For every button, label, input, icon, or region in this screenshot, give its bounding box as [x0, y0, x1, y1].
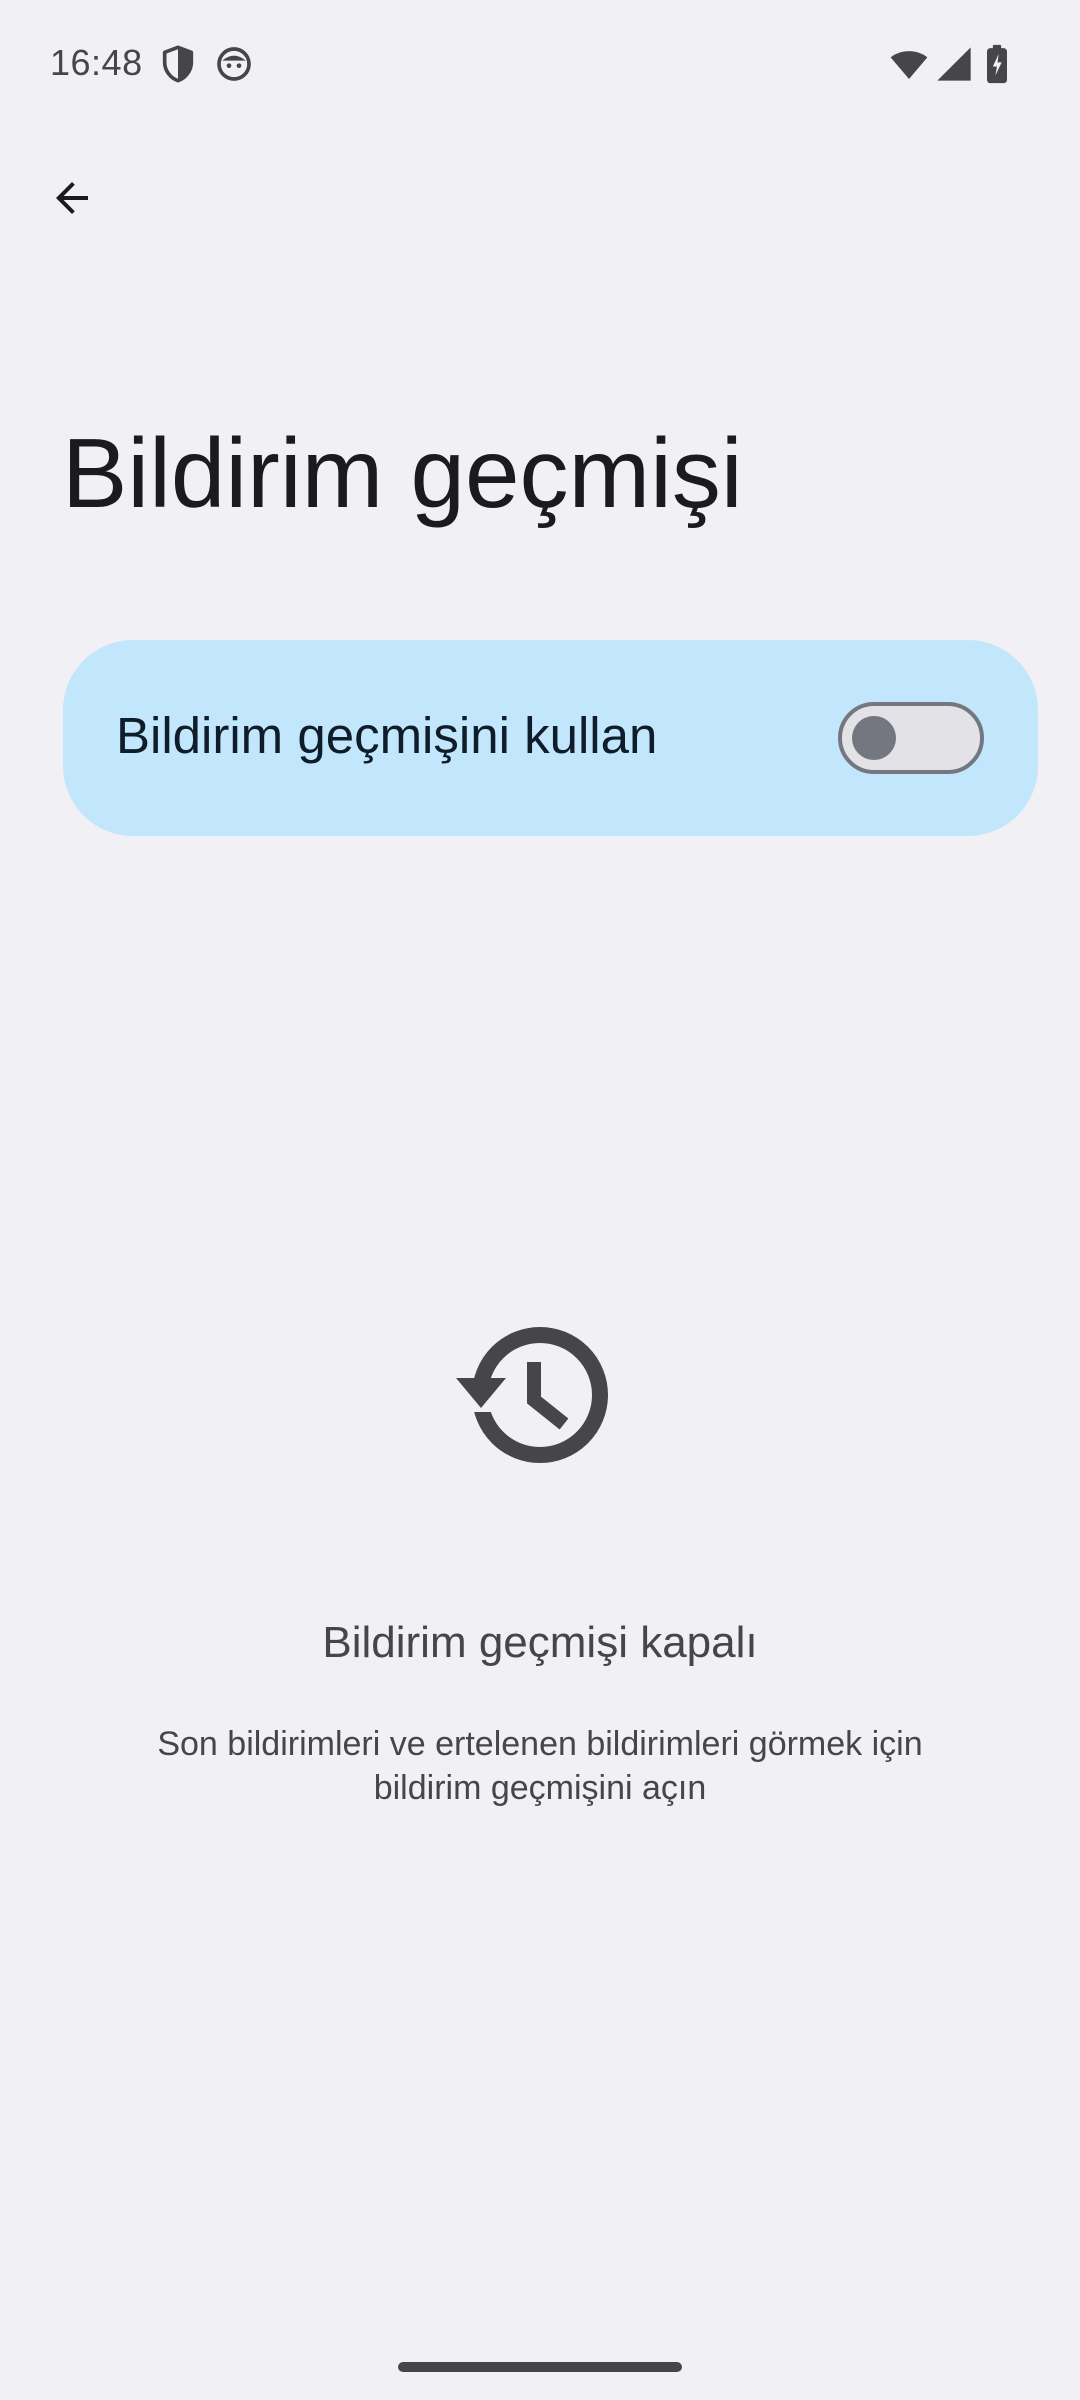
page-title: Bildirim geçmişi	[62, 418, 743, 528]
back-button[interactable]	[36, 164, 108, 236]
battery-charging-icon	[982, 44, 1012, 84]
history-icon	[452, 1322, 622, 1472]
notification-history-screen: 16:48 Bildirim geçmişi Bildirim geçmişin…	[0, 0, 1080, 2400]
empty-state-title: Bildirim geçmişi kapalı	[322, 1618, 758, 1667]
status-bar: 16:48	[0, 0, 1080, 130]
wifi-icon	[888, 44, 930, 84]
empty-state-description: Son bildirimleri ve ertelenen bildirimle…	[157, 1725, 923, 1807]
shield-icon	[158, 44, 198, 84]
arrow-back-icon	[48, 174, 96, 227]
switch-thumb	[852, 716, 896, 760]
status-time: 16:48	[50, 42, 143, 83]
use-notification-history-toggle-row[interactable]: Bildirim geçmişini kullan	[63, 640, 1038, 836]
toggle-label: Bildirim geçmişini kullan	[116, 707, 658, 764]
android-face-icon	[214, 44, 254, 84]
cellular-signal-icon	[934, 44, 974, 84]
gesture-navigation-handle[interactable]	[398, 2362, 682, 2372]
notification-history-switch[interactable]	[838, 702, 984, 774]
